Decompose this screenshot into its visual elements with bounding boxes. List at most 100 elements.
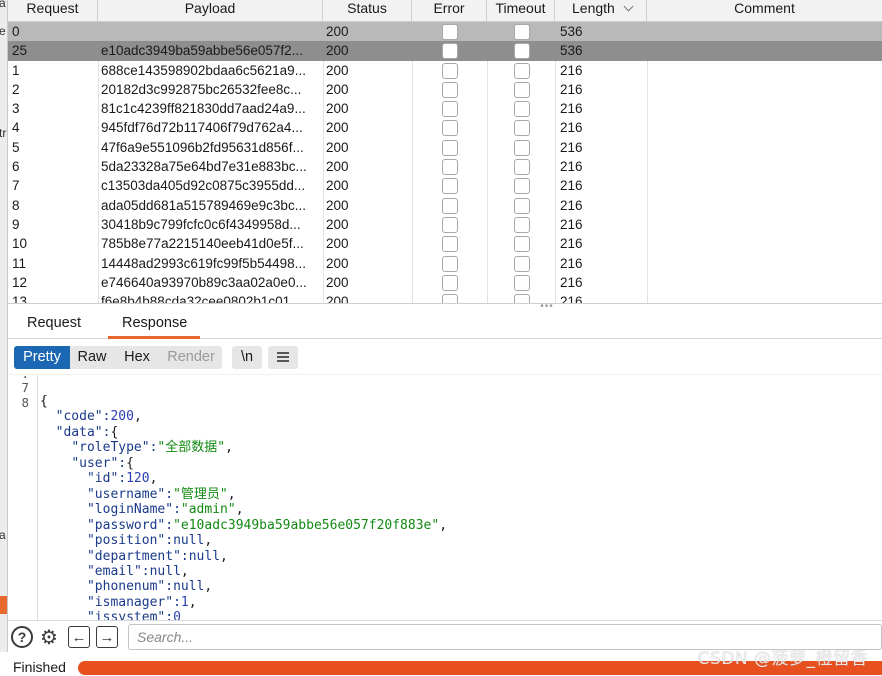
timeout-checkbox[interactable] xyxy=(514,197,530,214)
table-row[interactable]: 7 c13503da405d92c0875c3955dd... 200 216 xyxy=(8,176,882,195)
pane-splitter-handle[interactable]: ••• xyxy=(537,302,557,312)
json-value: "e10adc3949ba59abbe56e057f20f883e" xyxy=(173,517,440,533)
gear-icon[interactable]: ⚙ xyxy=(38,626,60,649)
hex-button[interactable]: Hex xyxy=(114,346,160,369)
timeout-checkbox[interactable] xyxy=(514,274,530,291)
cell-payload: c13503da405d92c0875c3955dd... xyxy=(101,178,306,194)
error-checkbox[interactable] xyxy=(442,24,458,40)
cell-status: 200 xyxy=(326,197,349,213)
table-row[interactable]: 2 20182d3c992875bc26532fee8c... 200 216 xyxy=(8,80,882,99)
table-row[interactable]: 11 14448ad2993c619fc99f5b54498... 200 216 xyxy=(8,254,882,273)
col-length[interactable]: Length xyxy=(555,0,647,22)
table-row[interactable]: 9 30418b9c799fcfc0c6f4349958d... 200 216 xyxy=(8,215,882,234)
col-timeout[interactable]: Timeout xyxy=(487,0,555,22)
cell-length: 216 xyxy=(560,255,583,271)
table-row[interactable]: 8 ada05dd681a515789469e9c3bc... 200 216 xyxy=(8,196,882,215)
col-status[interactable]: Status xyxy=(323,0,412,22)
error-checkbox[interactable] xyxy=(442,62,458,79)
table-row[interactable]: 12 e746640a93970b89c3aa02a0e0... 200 216 xyxy=(8,273,882,292)
col-comment[interactable]: Comment xyxy=(647,0,882,22)
pretty-button[interactable]: Pretty xyxy=(14,346,70,369)
tab-response[interactable]: Response xyxy=(122,315,187,331)
cell-length: 216 xyxy=(560,120,583,136)
table-row[interactable]: 3 81c1c4239ff821830dd7aad24a9... 200 216 xyxy=(8,99,882,118)
error-checkbox[interactable] xyxy=(442,120,458,137)
error-checkbox[interactable] xyxy=(442,236,458,253)
raw-button[interactable]: Raw xyxy=(70,346,114,369)
timeout-checkbox[interactable] xyxy=(514,120,530,137)
timeout-checkbox[interactable] xyxy=(514,178,530,195)
col-error[interactable]: Error xyxy=(412,0,487,22)
results-table[interactable]: Request Payload Status Error Timeout Len… xyxy=(8,0,882,304)
table-body: 0 200 536 25 e10adc3949ba59abbe56e057f2... 20… xyxy=(8,22,882,304)
timeout-checkbox[interactable] xyxy=(514,24,530,40)
timeout-checkbox[interactable] xyxy=(514,62,530,79)
error-checkbox[interactable] xyxy=(442,81,458,98)
table-row[interactable]: 0 200 536 xyxy=(8,22,882,42)
cell-length: 216 xyxy=(560,236,583,252)
timeout-checkbox[interactable] xyxy=(514,255,530,272)
json-value: "全部数据" xyxy=(157,440,226,456)
code-line: "phonenum":null, xyxy=(86,579,213,595)
viewer-menu-button[interactable] xyxy=(268,346,298,369)
cell-request: 6 xyxy=(12,159,20,175)
error-checkbox[interactable] xyxy=(442,101,458,118)
table-row[interactable]: 10 785b8e77a2215140eeb41d0e5f... 200 216 xyxy=(8,234,882,253)
col-payload[interactable]: Payload xyxy=(98,0,323,22)
error-checkbox[interactable] xyxy=(442,139,458,156)
error-checkbox[interactable] xyxy=(442,255,458,272)
tab-request[interactable]: Request xyxy=(27,315,81,331)
cell-status: 200 xyxy=(326,216,349,232)
json-key: data xyxy=(63,424,95,440)
show-newlines-button[interactable]: \n xyxy=(232,346,262,369)
col-request[interactable]: Request xyxy=(8,0,98,22)
cell-status: 200 xyxy=(326,139,349,155)
table-row[interactable]: 13 f6e8b4b88cda32cee0802b1c01... 200 216 xyxy=(8,292,882,304)
table-row[interactable]: 5 47f6a9e551096b2fd95631d856f... 200 216 xyxy=(8,138,882,157)
watermark-text: CSDN @菠萝_橙留香 xyxy=(697,649,868,669)
error-checkbox[interactable] xyxy=(442,43,458,60)
render-button[interactable]: Render xyxy=(160,346,222,369)
arrow-left-icon[interactable]: ← xyxy=(68,626,90,648)
timeout-checkbox[interactable] xyxy=(514,43,530,60)
table-header: Request Payload Status Error Timeout Len… xyxy=(8,0,882,22)
cell-request: 3 xyxy=(12,101,20,117)
error-checkbox[interactable] xyxy=(442,178,458,195)
help-icon[interactable]: ? xyxy=(11,626,33,648)
error-checkbox[interactable] xyxy=(442,274,458,291)
cell-status: 200 xyxy=(326,294,349,304)
table-row[interactable]: 6 5da23328a75e64bd7e31e883bc... 200 216 xyxy=(8,157,882,176)
cell-request: 7 xyxy=(12,178,20,194)
timeout-checkbox[interactable] xyxy=(514,139,530,156)
timeout-checkbox[interactable] xyxy=(514,101,530,118)
timeout-checkbox[interactable] xyxy=(514,236,530,253)
timeout-checkbox[interactable] xyxy=(514,81,530,98)
json-value: { xyxy=(110,424,119,440)
timeout-checkbox[interactable] xyxy=(514,216,530,233)
viewer-toolbar: Pretty Raw Hex Render \n xyxy=(8,340,882,374)
error-checkbox[interactable] xyxy=(442,197,458,214)
line-number: 7 xyxy=(21,380,29,395)
left-gutter: a e tr a xyxy=(0,0,8,676)
col-length-label: Length xyxy=(572,0,615,16)
table-row[interactable]: 4 945fdf76d72b117406f79d762a4... 200 216 xyxy=(8,118,882,137)
timeout-checkbox[interactable] xyxy=(514,294,530,303)
timeout-checkbox[interactable] xyxy=(514,159,530,176)
cell-payload: 30418b9c799fcfc0c6f4349958d... xyxy=(101,216,301,232)
json-value: "管理员" xyxy=(173,486,228,502)
cell-request: 12 xyxy=(12,274,28,290)
cell-request: 0 xyxy=(12,24,20,39)
cell-status: 200 xyxy=(326,236,349,252)
code-line: "roleType":"全部数据", xyxy=(71,440,233,456)
cell-request: 13 xyxy=(12,294,28,304)
table-row[interactable]: 1 688ce143598902bdaa6c5621a9... 200 216 xyxy=(8,61,882,80)
arrow-right-icon[interactable]: → xyxy=(96,626,118,648)
json-key: loginName xyxy=(94,502,166,518)
error-checkbox[interactable] xyxy=(442,216,458,233)
error-checkbox[interactable] xyxy=(442,159,458,176)
response-body-viewer[interactable]: : 7 8 { "code":200, "data":{ "roleType":… xyxy=(8,374,882,620)
cell-payload: 81c1c4239ff821830dd7aad24a9... xyxy=(101,101,306,117)
table-row[interactable]: 25 e10adc3949ba59abbe56e057f2... 200 536 xyxy=(8,41,882,61)
cell-length: 216 xyxy=(560,216,583,232)
error-checkbox[interactable] xyxy=(442,294,458,303)
